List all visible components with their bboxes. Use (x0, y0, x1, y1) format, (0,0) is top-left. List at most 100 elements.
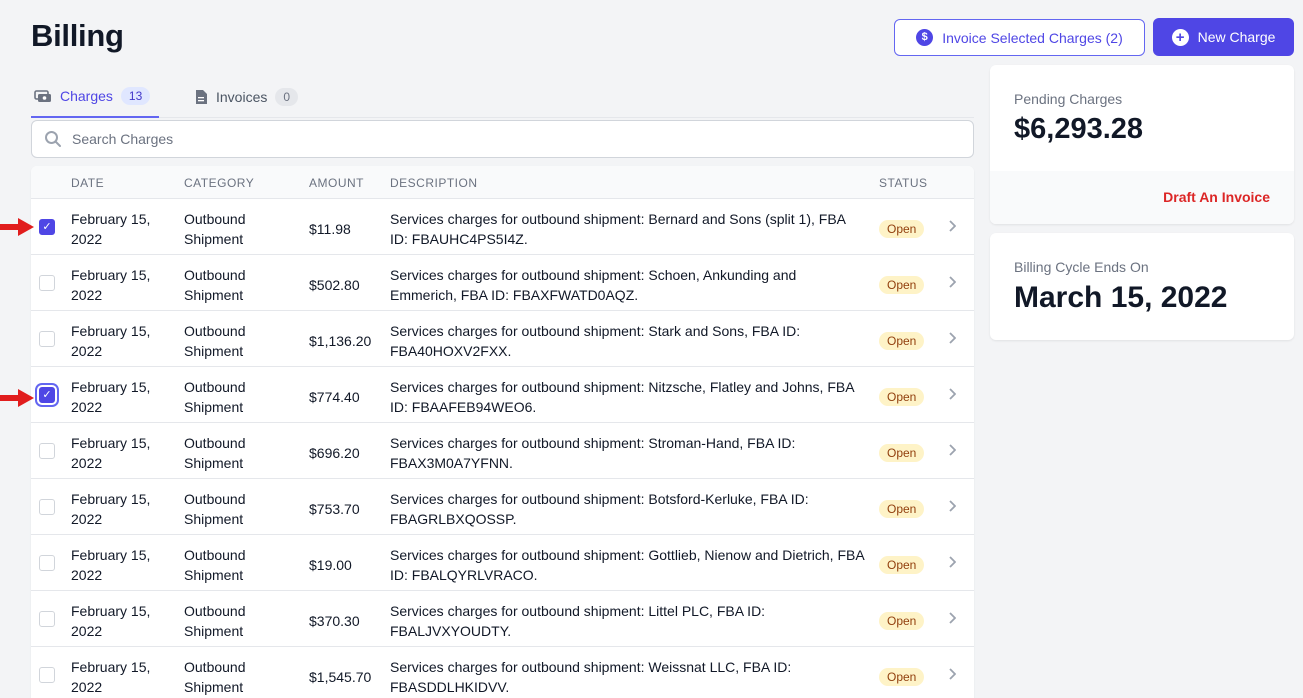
header-description[interactable]: DESCRIPTION (390, 176, 478, 190)
annotation-arrow-icon (0, 218, 36, 236)
row-status: Open (879, 218, 925, 238)
tab-invoices-label: Invoices (216, 89, 268, 105)
pending-charges-value: $6,293.28 (1014, 113, 1144, 145)
row-checkbox-cell: ✓ (39, 387, 55, 403)
status-badge: Open (879, 220, 925, 238)
row-status: Open (879, 442, 925, 462)
row-checkbox[interactable] (39, 667, 55, 683)
table-body: ✓ February 15, 2022 Outbound Shipment $11.9… (31, 199, 974, 698)
row-date: February 15, 2022 (71, 435, 151, 471)
header-category[interactable]: CATEGORY (184, 176, 254, 190)
row-description: Services charges for outbound shipment: … (390, 323, 801, 359)
table-row[interactable]: February 15, 2022 Outbound Shipment $696.2… (31, 423, 974, 479)
row-checkbox-cell: ✓ (39, 219, 55, 235)
chevron-right-icon[interactable] (948, 386, 957, 406)
table-row[interactable]: February 15, 2022 Outbound Shipment $1,136… (31, 311, 974, 367)
row-category: Outbound Shipment (184, 267, 246, 303)
tab-charges-label: Charges (60, 88, 113, 104)
status-badge: Open (879, 444, 925, 462)
row-amount: $1,545.70 (309, 669, 372, 685)
annotation-arrow-icon (0, 389, 36, 407)
row-checkbox-cell (39, 331, 55, 347)
chevron-right-icon[interactable] (948, 330, 957, 350)
row-checkbox-cell (39, 443, 55, 459)
table-row[interactable]: ✓ February 15, 2022 Outbound Shipment $11.9… (31, 199, 974, 255)
row-checkbox[interactable]: ✓ (39, 219, 55, 235)
header-amount[interactable]: AMOUNT (309, 176, 364, 190)
row-checkbox[interactable] (39, 499, 55, 515)
row-status: Open (879, 666, 925, 686)
chevron-right-icon[interactable] (948, 218, 957, 238)
row-checkbox[interactable] (39, 555, 55, 571)
row-checkbox-cell (39, 275, 55, 291)
row-date: February 15, 2022 (71, 323, 151, 359)
row-description: Services charges for outbound shipment: … (390, 435, 796, 471)
chevron-right-icon[interactable] (948, 274, 957, 294)
row-category: Outbound Shipment (184, 491, 246, 527)
row-category: Outbound Shipment (184, 435, 246, 471)
status-badge: Open (879, 668, 925, 686)
table-row[interactable]: February 15, 2022 Outbound Shipment $753.7… (31, 479, 974, 535)
chevron-right-icon[interactable] (948, 610, 957, 630)
tab-invoices[interactable]: Invoices 0 (194, 76, 299, 118)
tab-charges[interactable]: Charges 13 (31, 76, 159, 118)
chevron-right-icon[interactable] (948, 442, 957, 462)
row-date: February 15, 2022 (71, 379, 151, 415)
row-date: February 15, 2022 (71, 659, 151, 695)
status-badge: Open (879, 276, 925, 294)
row-status: Open (879, 330, 925, 350)
row-checkbox-cell (39, 611, 55, 627)
tab-bar: Charges 13 Invoices 0 (31, 76, 974, 118)
chevron-right-icon[interactable] (948, 666, 957, 686)
row-description: Services charges for outbound shipment: … (390, 547, 864, 583)
row-amount: $11.98 (309, 221, 351, 237)
row-checkbox[interactable]: ✓ (39, 387, 55, 403)
row-amount: $753.70 (309, 501, 360, 517)
row-amount: $370.30 (309, 613, 360, 629)
pending-charges-card: Pending Charges $6,293.28 Draft An Invoi… (990, 65, 1294, 224)
header-status[interactable]: STATUS (879, 176, 928, 190)
row-date: February 15, 2022 (71, 211, 151, 247)
new-charge-button[interactable]: + New Charge (1153, 18, 1294, 56)
search-bar (31, 120, 974, 158)
row-description: Services charges for outbound shipment: … (390, 267, 797, 303)
row-status: Open (879, 554, 925, 574)
row-checkbox-cell (39, 499, 55, 515)
table-row[interactable]: February 15, 2022 Outbound Shipment $19.00… (31, 535, 974, 591)
row-category: Outbound Shipment (184, 379, 246, 415)
row-description: Services charges for outbound shipment: … (390, 379, 854, 415)
pending-charges-label: Pending Charges (1014, 91, 1123, 107)
row-status: Open (879, 610, 925, 630)
row-status: Open (879, 274, 925, 294)
row-checkbox[interactable] (39, 331, 55, 347)
document-icon (196, 90, 207, 104)
row-checkbox[interactable] (39, 275, 55, 291)
search-input[interactable] (72, 131, 932, 147)
checkmark-icon: ✓ (42, 221, 52, 233)
row-category: Outbound Shipment (184, 547, 246, 583)
billing-cycle-label: Billing Cycle Ends On (1014, 259, 1149, 275)
header-date[interactable]: DATE (71, 176, 104, 190)
billing-cycle-card: Billing Cycle Ends On March 15, 2022 (990, 233, 1294, 340)
table-header: DATE CATEGORY AMOUNT DESCRIPTION STATUS (31, 166, 974, 199)
search-icon (45, 131, 61, 147)
status-badge: Open (879, 388, 925, 406)
row-checkbox-cell (39, 667, 55, 683)
status-badge: Open (879, 556, 925, 574)
chevron-right-icon[interactable] (948, 554, 957, 574)
status-badge: Open (879, 500, 925, 518)
invoice-selected-label: Invoice Selected Charges (2) (942, 29, 1123, 46)
row-category: Outbound Shipment (184, 659, 246, 695)
row-checkbox[interactable] (39, 611, 55, 627)
table-row[interactable]: February 15, 2022 Outbound Shipment $1,545… (31, 647, 974, 698)
draft-invoice-link[interactable]: Draft An Invoice (1163, 189, 1270, 205)
row-checkbox[interactable] (39, 443, 55, 459)
invoice-selected-charges-button[interactable]: $ Invoice Selected Charges (2) (894, 19, 1145, 56)
row-category: Outbound Shipment (184, 211, 246, 247)
table-row[interactable]: February 15, 2022 Outbound Shipment $370.3… (31, 591, 974, 647)
chevron-right-icon[interactable] (948, 498, 957, 518)
charges-table: DATE CATEGORY AMOUNT DESCRIPTION STATUS … (31, 166, 974, 698)
table-row[interactable]: February 15, 2022 Outbound Shipment $502.8… (31, 255, 974, 311)
table-row[interactable]: ✓ February 15, 2022 Outbound Shipment $774.… (31, 367, 974, 423)
row-amount: $696.20 (309, 445, 360, 461)
